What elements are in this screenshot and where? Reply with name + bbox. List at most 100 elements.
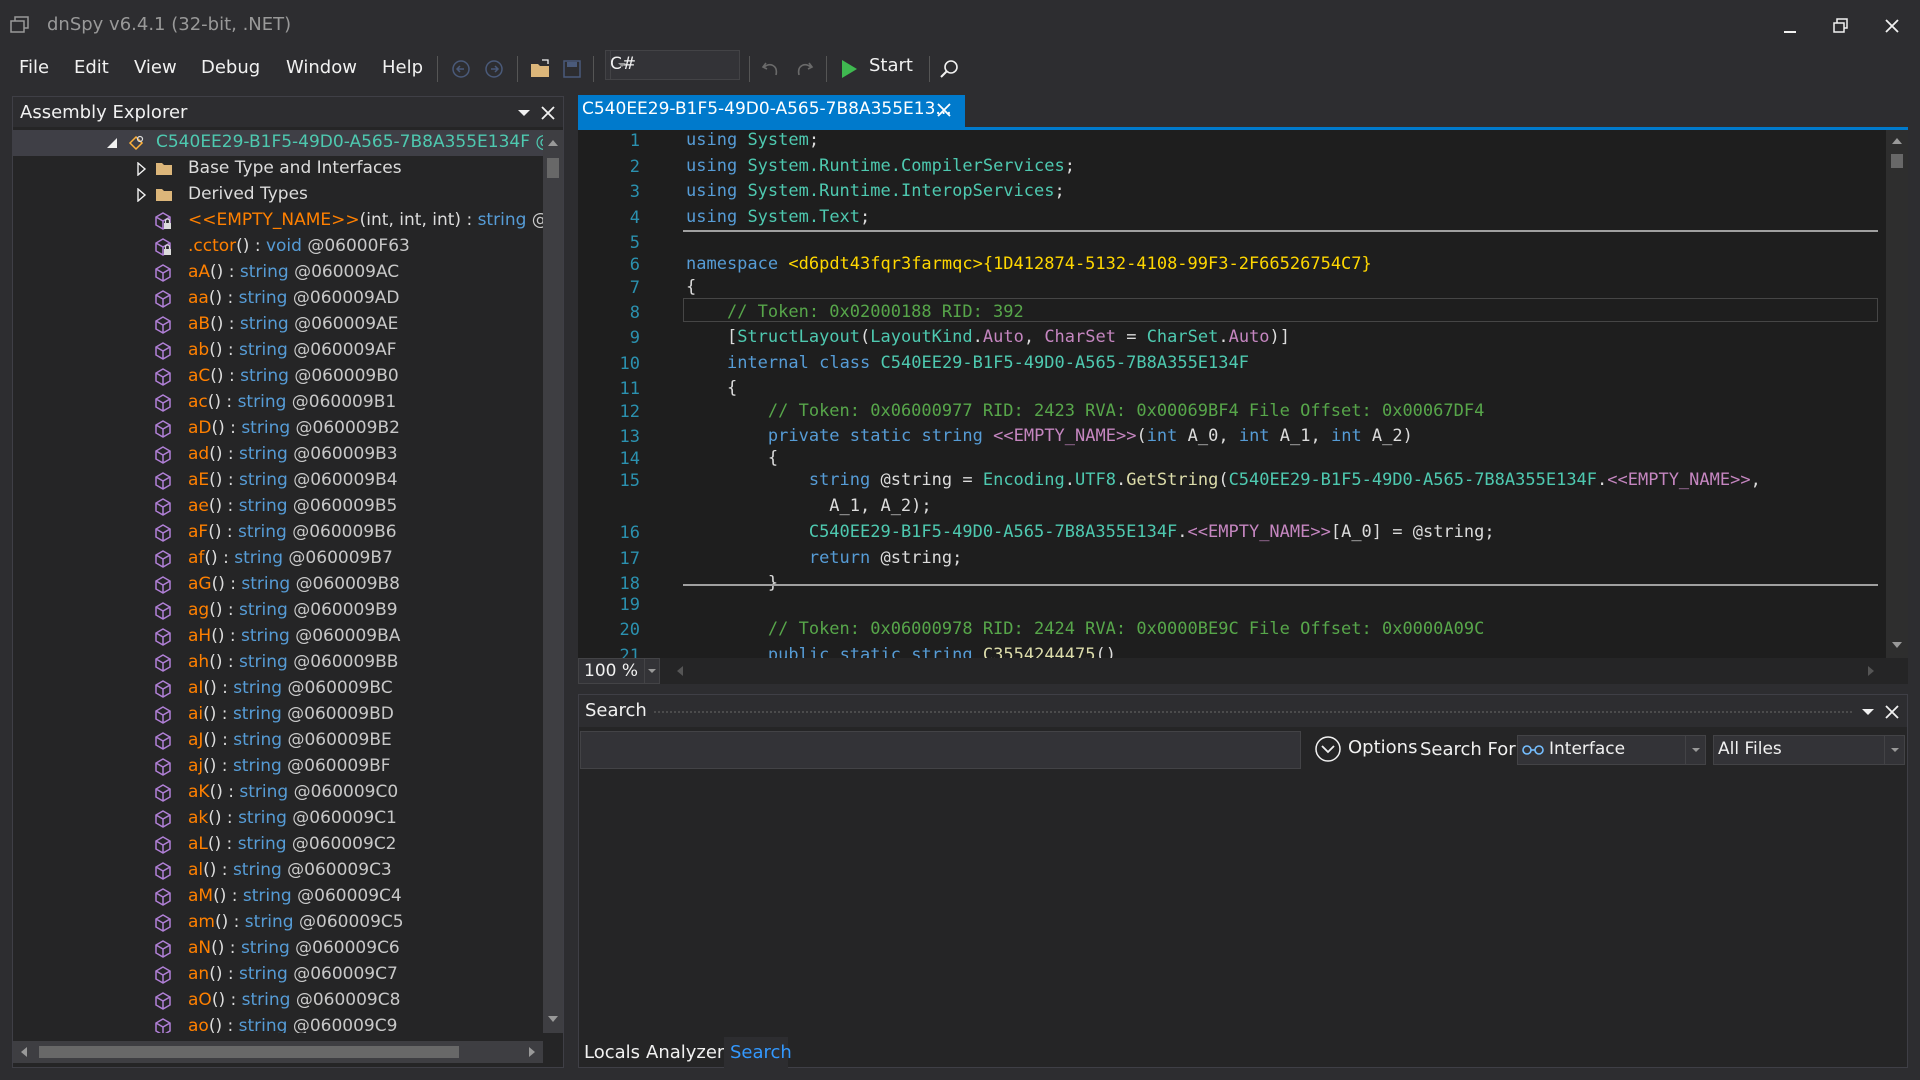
forward-button[interactable]	[479, 54, 509, 84]
tree-folder-node[interactable]: Base Type and Interfaces	[13, 156, 543, 182]
search-for-label: Search For:	[1420, 739, 1522, 760]
tree-method-node[interactable]: aF() : string @060009B6	[13, 520, 543, 546]
dropdown-button[interactable]	[610, 51, 632, 79]
line-number: 10	[619, 354, 640, 374]
tree-method-node[interactable]: aO() : string @060009C8	[13, 988, 543, 1014]
tree-method-node[interactable]: ah() : string @060009BB	[13, 650, 543, 676]
tree-method-node[interactable]: aj() : string @060009BF	[13, 754, 543, 780]
code-token: =	[1115, 327, 1147, 347]
redo-button[interactable]	[789, 54, 819, 84]
start-button[interactable]	[834, 54, 864, 84]
code-line: // Token: 0x06000978 RID: 2424 RVA: 0x00…	[686, 619, 1484, 639]
search-button[interactable]	[934, 54, 964, 84]
tab-close-button[interactable]	[936, 102, 952, 123]
undo-button[interactable]	[756, 54, 786, 84]
tree-horizontal-scrollbar[interactable]	[13, 1041, 543, 1063]
search-for-select[interactable]: Interface	[1517, 735, 1706, 765]
tree-method-node[interactable]: aC() : string @060009B0	[13, 364, 543, 390]
tree-method-node[interactable]: aB() : string @060009AE	[13, 312, 543, 338]
open-button[interactable]	[525, 54, 555, 84]
method-name: ai	[188, 704, 204, 724]
tree-method-label: aj() : string @060009BF	[188, 756, 391, 776]
tree-method-node[interactable]: ak() : string @060009C1	[13, 806, 543, 832]
tree-method-node[interactable]: an() : string @060009C7	[13, 962, 543, 988]
tree-method-node[interactable]: af() : string @060009B7	[13, 546, 543, 572]
menu-debug[interactable]: Debug	[201, 52, 260, 84]
zoom-select[interactable]: 100 %	[578, 658, 660, 684]
scroll-right-icon[interactable]	[1864, 664, 1878, 678]
tree-method-node[interactable]: aa() : string @060009AD	[13, 286, 543, 312]
search-scope-select[interactable]: All Files	[1713, 735, 1905, 765]
zoom-dropdown-button[interactable]	[644, 659, 659, 683]
back-button[interactable]	[446, 54, 476, 84]
method-icon	[155, 992, 171, 1010]
menu-view[interactable]: View	[134, 52, 177, 84]
method-icon	[155, 940, 171, 958]
panel-menu-button[interactable]	[517, 105, 531, 125]
method-token: @060009B4	[287, 470, 398, 490]
tree-method-node[interactable]: aK() : string @060009C0	[13, 780, 543, 806]
tree-method-node[interactable]: aG() : string @060009B8	[13, 572, 543, 598]
tree-method-node[interactable]: aA() : string @060009AC	[13, 260, 543, 286]
restore-button[interactable]	[1821, 10, 1861, 40]
editor-vertical-scrollbar[interactable]	[1886, 130, 1908, 658]
code-token: )]	[1269, 327, 1291, 347]
method-return-type: string	[232, 756, 282, 776]
code-token: {	[686, 277, 697, 297]
tree-method-node[interactable]: al() : string @060009C3	[13, 858, 543, 884]
scroll-left-icon[interactable]	[673, 664, 687, 678]
tree-root-node[interactable]: C540EE29-B1F5-49D0-A565-7B8A355E134F @0	[13, 130, 543, 156]
save-button[interactable]	[557, 54, 587, 84]
menu-edit[interactable]: Edit	[74, 52, 109, 84]
code-token: int	[1330, 426, 1362, 446]
dropdown-button[interactable]	[1884, 736, 1904, 764]
method-return-type: string	[238, 470, 288, 490]
tree-method-node[interactable]: .cctor() : void @06000F63	[13, 234, 543, 260]
tab-locals[interactable]: Locals	[584, 1037, 640, 1069]
chevron-down-circle-icon	[1315, 736, 1341, 762]
language-select[interactable]: C#	[605, 50, 740, 80]
menu-help[interactable]: Help	[382, 52, 423, 84]
tree-method-node[interactable]: am() : string @060009C5	[13, 910, 543, 936]
tree-method-node[interactable]: <<EMPTY_NAME>>(int, int, int) : string @…	[13, 208, 543, 234]
drag-grip[interactable]	[653, 710, 1853, 714]
panel-menu-button[interactable]	[1861, 704, 1875, 724]
menu-file[interactable]: File	[19, 52, 49, 84]
search-input[interactable]	[580, 731, 1301, 769]
tree-vertical-scrollbar[interactable]	[543, 130, 563, 1033]
method-return-type: string	[239, 782, 289, 802]
minimize-icon	[1784, 31, 1796, 33]
tree-method-node[interactable]: ae() : string @060009B5	[13, 494, 543, 520]
dropdown-button[interactable]	[1685, 736, 1705, 764]
tree-method-node[interactable]: aE() : string @060009B4	[13, 468, 543, 494]
start-label[interactable]: Start	[869, 55, 913, 76]
tree-method-node[interactable]: aJ() : string @060009BE	[13, 728, 543, 754]
tree-method-label: aa() : string @060009AD	[188, 288, 400, 308]
tree-method-node[interactable]: aD() : string @060009B2	[13, 416, 543, 442]
method-token: @06000977	[526, 210, 543, 230]
tab-analyzer[interactable]: Analyzer	[646, 1037, 724, 1069]
minimize-button[interactable]	[1770, 10, 1810, 40]
panel-close-button[interactable]	[541, 105, 555, 125]
tree-method-node[interactable]: ao() : string @060009C9	[13, 1014, 543, 1033]
tree-method-node[interactable]: aL() : string @060009C2	[13, 832, 543, 858]
panel-close-button[interactable]	[1885, 704, 1899, 724]
tree-method-node[interactable]: aH() : string @060009BA	[13, 624, 543, 650]
tab-document[interactable]: C540EE29-B1F5-49D0-A565-7B8A355E13...	[578, 95, 965, 127]
tree-method-node[interactable]: ag() : string @060009B9	[13, 598, 543, 624]
tab-search[interactable]: Search	[724, 1037, 792, 1069]
tree-method-node[interactable]: ai() : string @060009BD	[13, 702, 543, 728]
search-panel-header: Search	[579, 695, 1907, 727]
close-button[interactable]	[1872, 10, 1912, 40]
tree-method-node[interactable]: aM() : string @060009C4	[13, 884, 543, 910]
tree-method-node[interactable]: ac() : string @060009B1	[13, 390, 543, 416]
tree-method-node[interactable]: aI() : string @060009BC	[13, 676, 543, 702]
tree-method-node[interactable]: ad() : string @060009B3	[13, 442, 543, 468]
tree-method-node[interactable]: ab() : string @060009AF	[13, 338, 543, 364]
method-icon	[155, 550, 171, 568]
menu-window[interactable]: Window	[286, 52, 357, 84]
tree-folder-node[interactable]: Derived Types	[13, 182, 543, 208]
tree-method-node[interactable]: aN() : string @060009C6	[13, 936, 543, 962]
code-editor[interactable]: 1 2 3 4 5 6 7 8 9 10 11 12 13 14 15 16 17 18 19 20 21 using …	[578, 130, 1908, 666]
